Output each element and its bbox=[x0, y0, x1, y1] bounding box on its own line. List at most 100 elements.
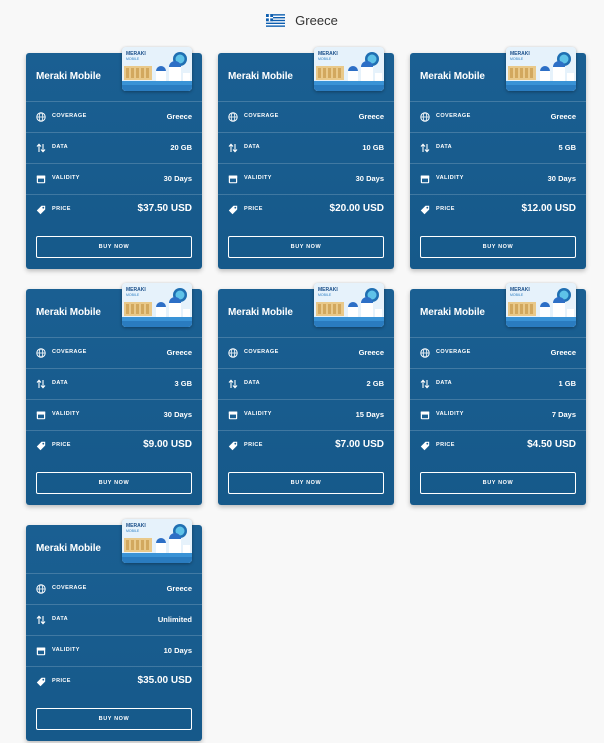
data-transfer-icon bbox=[420, 143, 430, 153]
provider-name: Meraki Mobile bbox=[420, 71, 485, 82]
validity-row: VALIDITY 7 Days bbox=[410, 399, 586, 430]
calendar-icon bbox=[36, 647, 46, 656]
coverage-label: COVERAGE bbox=[436, 349, 471, 355]
provider-thumbnail: MERAKI MOBILE bbox=[122, 47, 192, 91]
calendar-icon bbox=[228, 411, 238, 420]
price-label: PRICE bbox=[52, 206, 71, 212]
buy-now-button[interactable]: BUY NOW bbox=[36, 236, 192, 258]
data-row: DATA 1 GB bbox=[410, 368, 586, 399]
price-value: $4.50 USD bbox=[527, 439, 576, 450]
price-row: PRICE $37.50 USD bbox=[26, 194, 202, 225]
buy-now-button[interactable]: BUY NOW bbox=[228, 472, 384, 494]
price-tag-icon bbox=[420, 205, 430, 215]
plan-card: Meraki Mobile MERAKI MOBILE COVERAGE Gre… bbox=[410, 283, 586, 505]
validity-row: VALIDITY 30 Days bbox=[26, 163, 202, 194]
data-label: DATA bbox=[244, 144, 261, 150]
provider-thumbnail: MERAKI MOBILE bbox=[122, 519, 192, 563]
data-value: 20 GB bbox=[170, 143, 192, 152]
price-row: PRICE $9.00 USD bbox=[26, 430, 202, 461]
provider-name: Meraki Mobile bbox=[36, 307, 101, 318]
globe-icon bbox=[228, 348, 238, 358]
plan-card: Meraki Mobile MERAKI MOBILE COVERAGE Gre… bbox=[218, 283, 394, 505]
data-row: DATA 5 GB bbox=[410, 132, 586, 163]
data-row: DATA 10 GB bbox=[218, 132, 394, 163]
buy-now-button[interactable]: BUY NOW bbox=[420, 236, 576, 258]
price-value: $9.00 USD bbox=[143, 439, 192, 450]
provider-thumbnail: MERAKI MOBILE bbox=[314, 47, 384, 91]
coverage-label: COVERAGE bbox=[436, 113, 471, 119]
data-transfer-icon bbox=[36, 615, 46, 625]
price-value: $7.00 USD bbox=[335, 439, 384, 450]
page-header: Greece bbox=[0, 10, 604, 30]
provider-thumbnail: MERAKI MOBILE bbox=[122, 283, 192, 327]
plan-card: Meraki Mobile MERAKI MOBILE COVERAGE Gre… bbox=[26, 519, 202, 741]
buy-now-button[interactable]: BUY NOW bbox=[36, 708, 192, 730]
coverage-value: Greece bbox=[166, 348, 192, 357]
data-row: DATA 3 GB bbox=[26, 368, 202, 399]
country-title: Greece bbox=[295, 12, 338, 28]
data-label: DATA bbox=[436, 144, 453, 150]
validity-label: VALIDITY bbox=[52, 175, 80, 181]
provider-thumbnail: MERAKI MOBILE bbox=[314, 283, 384, 327]
price-label: PRICE bbox=[52, 678, 71, 684]
coverage-label: COVERAGE bbox=[52, 113, 87, 119]
data-value: 1 GB bbox=[558, 379, 576, 388]
price-tag-icon bbox=[420, 441, 430, 451]
data-transfer-icon bbox=[36, 143, 46, 153]
buy-now-button[interactable]: BUY NOW bbox=[228, 236, 384, 258]
validity-row: VALIDITY 30 Days bbox=[410, 163, 586, 194]
svg-text:MOBILE: MOBILE bbox=[510, 293, 524, 297]
price-label: PRICE bbox=[52, 442, 71, 448]
coverage-row: COVERAGE Greece bbox=[410, 101, 586, 132]
price-tag-icon bbox=[36, 677, 46, 687]
coverage-label: COVERAGE bbox=[244, 113, 279, 119]
validity-row: VALIDITY 10 Days bbox=[26, 635, 202, 666]
data-label: DATA bbox=[52, 380, 69, 386]
price-label: PRICE bbox=[436, 206, 455, 212]
price-value: $20.00 USD bbox=[329, 203, 384, 214]
svg-text:MOBILE: MOBILE bbox=[126, 57, 140, 61]
coverage-row: COVERAGE Greece bbox=[218, 101, 394, 132]
provider-thumbnail: MERAKI MOBILE bbox=[506, 47, 576, 91]
validity-label: VALIDITY bbox=[436, 411, 464, 417]
coverage-value: Greece bbox=[550, 348, 576, 357]
data-value: 10 GB bbox=[362, 143, 384, 152]
coverage-label: COVERAGE bbox=[244, 349, 279, 355]
coverage-row: COVERAGE Greece bbox=[410, 337, 586, 368]
greece-flag-icon bbox=[266, 13, 286, 27]
svg-text:MOBILE: MOBILE bbox=[318, 57, 332, 61]
coverage-label: COVERAGE bbox=[52, 585, 87, 591]
calendar-icon bbox=[36, 411, 46, 420]
buy-now-button[interactable]: BUY NOW bbox=[420, 472, 576, 494]
validity-label: VALIDITY bbox=[52, 411, 80, 417]
plan-card: Meraki Mobile MERAKI MOBILE COVERAGE Gre… bbox=[410, 47, 586, 269]
coverage-value: Greece bbox=[550, 112, 576, 121]
price-row: PRICE $12.00 USD bbox=[410, 194, 586, 225]
validity-value: 30 Days bbox=[163, 174, 192, 183]
data-value: Unlimited bbox=[157, 615, 192, 624]
price-row: PRICE $7.00 USD bbox=[218, 430, 394, 461]
globe-icon bbox=[36, 112, 46, 122]
coverage-value: Greece bbox=[166, 584, 192, 593]
data-label: DATA bbox=[436, 380, 453, 386]
calendar-icon bbox=[36, 175, 46, 184]
globe-icon bbox=[228, 112, 238, 122]
data-label: DATA bbox=[52, 144, 69, 150]
svg-text:MOBILE: MOBILE bbox=[126, 529, 140, 533]
buy-now-button[interactable]: BUY NOW bbox=[36, 472, 192, 494]
data-value: 3 GB bbox=[174, 379, 192, 388]
validity-label: VALIDITY bbox=[436, 175, 464, 181]
price-tag-icon bbox=[228, 441, 238, 451]
globe-icon bbox=[36, 348, 46, 358]
coverage-value: Greece bbox=[166, 112, 192, 121]
calendar-icon bbox=[228, 175, 238, 184]
price-label: PRICE bbox=[436, 442, 455, 448]
validity-value: 7 Days bbox=[551, 410, 576, 419]
provider-name: Meraki Mobile bbox=[228, 307, 293, 318]
validity-value: 30 Days bbox=[355, 174, 384, 183]
globe-icon bbox=[420, 112, 430, 122]
svg-text:MOBILE: MOBILE bbox=[318, 293, 332, 297]
price-value: $35.00 USD bbox=[137, 675, 192, 686]
calendar-icon bbox=[420, 411, 430, 420]
price-value: $12.00 USD bbox=[521, 203, 576, 214]
